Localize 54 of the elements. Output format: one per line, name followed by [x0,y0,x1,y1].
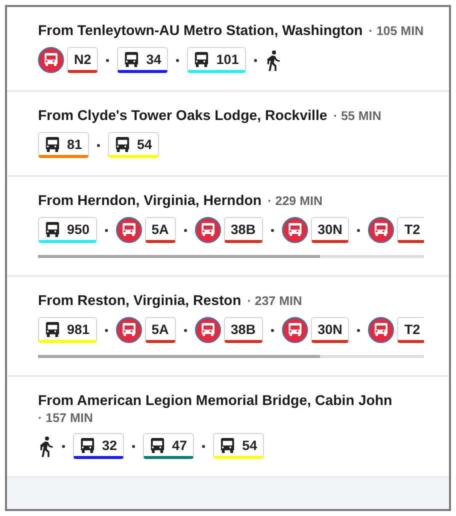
trip-duration: · 157 MIN [38,411,93,425]
metro-bus-icon [116,317,142,343]
route-chip[interactable]: 101 [187,47,246,73]
metro-bus-icon [368,217,394,243]
walking-person-icon [38,435,54,457]
metro-bus-icon [368,317,394,343]
trip-title: From Reston, Virginia, Reston [38,293,242,309]
route-chip[interactable]: 950 [38,217,97,243]
trip-card[interactable]: From Reston, Virginia, Reston · 237 MIN 981 5A 38B 30N T2 [7,277,449,377]
route-chip[interactable]: T2 [397,317,424,343]
route-chip[interactable]: 54 [108,132,160,158]
bus-icon [124,50,140,68]
bus-icon [45,220,60,238]
bus-icon [194,50,210,68]
bus-icon [115,136,130,152]
trip-title: From Tenleytown-AU Metro Station, Washington [38,23,363,39]
route-chip[interactable]: 5A [144,317,176,343]
scrollbar[interactable] [38,255,424,258]
trip-title: From American Legion Memorial Bridge, Cabin John [38,393,392,409]
bus-icon [150,436,166,454]
metro-bus-icon [282,217,308,243]
scrollbar[interactable] [38,355,424,358]
trip-card[interactable]: From Tenleytown-AU Metro Station, Washington · 105 MIN N2 34 101 [7,7,449,92]
bus-icon [220,436,236,454]
walking-person-icon [264,49,281,71]
bus-icon [45,320,60,338]
trip-duration: · 237 MIN [247,294,302,308]
trip-card[interactable]: From Herndon, Virginia, Herndon · 229 MIN 950 5A 38B 30N T2 [7,177,449,277]
route-chip[interactable]: 38B [224,317,263,343]
metro-bus-icon [38,47,64,73]
bus-icon [80,436,95,454]
metro-bus-icon [194,317,221,343]
bus-icon [45,136,60,152]
route-chip[interactable]: T2 [397,217,424,243]
route-chip[interactable]: 54 [213,433,264,459]
trip-title: From Herndon, Virginia, Herndon [38,193,262,209]
route-chip[interactable]: 34 [117,47,168,73]
route-chip[interactable]: 32 [73,433,124,459]
trip-title: From Clyde's Tower Oaks Lodge, Rockville [38,108,328,124]
route-chip[interactable]: 30N [310,317,350,343]
route-chip[interactable]: 30N [310,217,350,243]
trip-duration: · 105 MIN [368,24,424,38]
route-chip[interactable]: 981 [38,317,97,343]
metro-bus-icon [116,217,142,243]
trip-duration: · 229 MIN [268,194,322,208]
route-chip[interactable]: 5A [144,217,176,243]
route-chip[interactable]: 47 [143,433,194,459]
route-chip[interactable]: N2 [67,47,98,73]
trip-duration: · 55 MIN [333,109,382,123]
metro-bus-icon [194,217,221,243]
route-chip[interactable]: 81 [38,132,90,158]
trip-card[interactable]: From Clyde's Tower Oaks Lodge, Rockville · 55 MIN 81 54 [7,92,449,177]
route-chip[interactable]: 38B [224,217,263,243]
metro-bus-icon [282,317,308,343]
